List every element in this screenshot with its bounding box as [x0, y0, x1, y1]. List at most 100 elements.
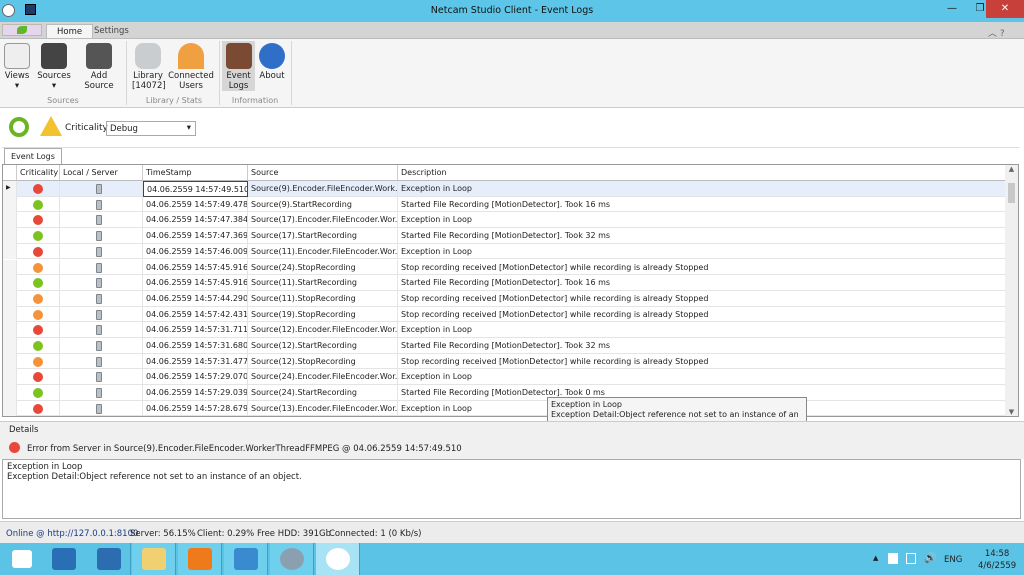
timestamp-cell: 04.06.2559 14:57:31.680 — [143, 338, 248, 354]
source-cell: Source(12).StopRecording — [248, 353, 398, 370]
timestamp-cell: 04.06.2559 14:57:45.916 — [143, 275, 248, 291]
library-button[interactable]: Library [14072] — [132, 41, 166, 91]
library-label: Library [14072] — [132, 71, 166, 91]
local-server-cell — [60, 385, 143, 401]
source-cell: Source(13).Encoder.FileEncoder.Wor... — [248, 400, 398, 416]
table-row[interactable]: 04.06.2559 14:57:46.009 Source(11).Encod… — [3, 243, 1006, 260]
source-cell: Source(17).StartRecording — [248, 228, 398, 244]
server-device-icon — [96, 293, 102, 304]
views-label: Views — [4, 71, 30, 81]
table-row[interactable]: 04.06.2559 14:57:47.369 Source(17).Start… — [3, 228, 1006, 244]
minimize-button[interactable]: — — [938, 0, 966, 18]
window-title: Netcam Studio Client - Event Logs — [430, 5, 594, 16]
clock[interactable]: 14:58 4/6/2559 — [978, 548, 1016, 572]
table-row[interactable]: 04.06.2559 14:57:31.477 Source(12).StopR… — [3, 353, 1006, 370]
taskbar-remote[interactable] — [224, 543, 268, 575]
row-indicator — [3, 196, 17, 213]
local-server-cell — [60, 322, 143, 338]
scroll-down-icon[interactable]: ▼ — [1005, 408, 1018, 416]
criticality-warning-icon — [33, 262, 43, 273]
refresh-icon[interactable] — [9, 117, 29, 137]
table-row[interactable]: 04.06.2559 14:57:29.070 Source(24).Encod… — [3, 369, 1006, 386]
column-header-criticality[interactable]: Criticality — [17, 165, 60, 181]
source-cell: Source(11).StopRecording — [248, 290, 398, 307]
source-cell: Source(24).StopRecording — [248, 259, 398, 276]
warning-icon — [40, 116, 62, 136]
status-hdd: Free HDD: 391Gb — [257, 529, 331, 539]
description-cell: Started File Recording [MotionDetector].… — [401, 341, 611, 350]
sources-button[interactable]: Sources ▾ — [36, 41, 72, 91]
criticality-cell — [17, 369, 60, 386]
taskbar-explorer[interactable] — [132, 543, 176, 575]
criticality-info-icon — [33, 278, 43, 289]
criticality-error-icon — [33, 372, 43, 383]
clock-date: 4/6/2559 — [978, 561, 1017, 571]
taskbar-server-manager[interactable] — [42, 543, 86, 575]
server-device-icon — [96, 356, 102, 367]
description-cell: Stop recording received [MotionDetector]… — [401, 356, 709, 366]
row-header-corner — [3, 165, 17, 181]
folder-icon — [141, 548, 166, 570]
event-logs-button[interactable]: Event Logs — [222, 41, 255, 91]
tooltip-line1: Exception in Loop — [551, 400, 622, 409]
taskbar-settings[interactable] — [270, 543, 314, 575]
column-header-source[interactable]: Source — [248, 165, 398, 181]
taskbar-pdf[interactable] — [178, 543, 222, 575]
title-bar: Netcam Studio Client - Event Logs — ❐ ✕ — [0, 0, 1024, 22]
close-button[interactable]: ✕ — [986, 0, 1024, 18]
vertical-scrollbar[interactable]: ▲ ▼ — [1005, 165, 1018, 416]
criticality-cell — [17, 385, 60, 401]
table-row[interactable]: 04.06.2559 14:57:29.039 Source(24).Start… — [3, 385, 1006, 401]
scroll-up-icon[interactable]: ▲ — [1005, 165, 1018, 173]
source-cell: Source(11).Encoder.FileEncoder.Wor... — [248, 243, 398, 260]
local-server-cell — [60, 212, 143, 229]
source-cell: Source(9).StartRecording — [248, 196, 398, 213]
connected-users-button[interactable]: Connected Users — [168, 41, 214, 91]
column-header-local-server[interactable]: Local / Server — [60, 165, 143, 181]
volume-icon[interactable]: 🔊 — [924, 553, 936, 564]
show-hidden-icons[interactable]: ▲ — [873, 554, 878, 562]
details-summary: Error from Server in Source(9).Encoder.F… — [0, 437, 1024, 459]
remote-desktop-icon — [233, 548, 258, 570]
about-button[interactable]: About — [258, 41, 286, 91]
column-header-description[interactable]: Description — [398, 165, 1006, 181]
server-device-icon — [96, 184, 102, 194]
criticality-error-icon — [33, 325, 43, 336]
table-row[interactable]: 04.06.2559 14:57:31.680 Source(12).Start… — [3, 338, 1006, 354]
network-icon[interactable] — [906, 553, 916, 564]
source-cell: Source(24).Encoder.FileEncoder.Wor... — [248, 369, 398, 386]
table-row[interactable]: ▶ 04.06.2559 14:57:49.510 Source(9).Enco… — [3, 181, 1006, 197]
criticality-cell — [17, 243, 60, 260]
start-button[interactable] — [0, 543, 44, 575]
timestamp-cell: 04.06.2559 14:57:29.070 — [143, 369, 248, 386]
tab-settings[interactable]: Settings — [84, 24, 139, 39]
timestamp-cell: 04.06.2559 14:57:44.290 — [143, 290, 248, 307]
details-textarea[interactable]: Exception in Loop Exception Detail:Objec… — [2, 459, 1021, 519]
column-header-timestamp[interactable]: TimeStamp — [143, 165, 248, 181]
taskbar-netcam[interactable] — [316, 543, 360, 575]
language-indicator[interactable]: ENG — [944, 555, 962, 565]
taskbar-powershell[interactable] — [87, 543, 131, 575]
scroll-thumb[interactable] — [1008, 183, 1015, 203]
local-server-cell — [60, 259, 143, 276]
table-row[interactable]: 04.06.2559 14:57:45.916 Source(24).StopR… — [3, 259, 1006, 276]
app-menu-button[interactable] — [2, 24, 42, 36]
group-label-information: Information — [231, 96, 279, 105]
table-row[interactable]: 04.06.2559 14:57:28.679 Source(13).Encod… — [3, 400, 1006, 416]
table-row[interactable]: 04.06.2559 14:57:44.290 Source(11).StopR… — [3, 290, 1006, 307]
source-cell: Source(9).Encoder.FileEncoder.Work... — [248, 181, 398, 197]
criticality-select[interactable]: Debug ▾ — [106, 121, 196, 136]
source-cell: Source(17).Encoder.FileEncoder.Wor... — [248, 212, 398, 229]
table-row[interactable]: 04.06.2559 14:57:47.384 Source(17).Encod… — [3, 212, 1006, 229]
action-center-icon[interactable] — [888, 553, 898, 564]
source-cell: Source(11).StartRecording — [248, 275, 398, 291]
views-button[interactable]: Views ▾ — [4, 41, 30, 91]
add-source-button[interactable]: Add Source — [76, 41, 122, 91]
row-indicator — [3, 353, 17, 370]
tab-event-logs[interactable]: Event Logs — [4, 148, 62, 164]
table-row[interactable]: 04.06.2559 14:57:42.431 Source(19).StopR… — [3, 306, 1006, 323]
table-row[interactable]: 04.06.2559 14:57:45.916 Source(11).Start… — [3, 275, 1006, 291]
table-row[interactable]: 04.06.2559 14:57:49.478 Source(9).StartR… — [3, 196, 1006, 213]
criticality-cell — [17, 259, 60, 276]
table-row[interactable]: 04.06.2559 14:57:31.711 Source(12).Encod… — [3, 322, 1006, 338]
